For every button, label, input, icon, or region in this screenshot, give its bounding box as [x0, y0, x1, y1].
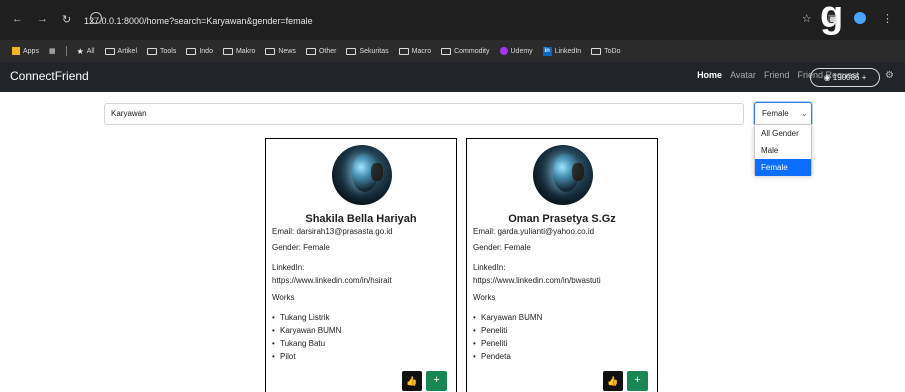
bookmark-macro[interactable]: Macro [398, 47, 431, 55]
gender-option-male[interactable]: Male [755, 142, 811, 159]
grid-icon: ▦ [48, 48, 56, 55]
bookmark-news[interactable]: News [265, 47, 296, 55]
address-bar[interactable]: i 127.0.0.1:8000/home?search=Karyawan&gen… [84, 12, 784, 30]
bookmark-sekuritas[interactable]: Sekuritas [346, 47, 389, 55]
forward-arrow-icon[interactable]: → [37, 13, 48, 26]
linkedin-url: https://www.linkedin.com/in/bwastuti [473, 276, 601, 285]
bookmark-commodity[interactable]: Commodity [441, 47, 490, 55]
bookmark-grid[interactable]: ▦ [49, 47, 56, 55]
reload-icon[interactable]: ↻ [62, 13, 71, 26]
chevron-down-icon: ⌄ [801, 109, 808, 118]
user-gender: Gender: Female [473, 243, 531, 252]
settings-icon[interactable]: ⚙ [885, 70, 894, 81]
gender-select[interactable]: Female ⌄ [754, 102, 812, 126]
thumbs-up-icon[interactable]: 👍 [603, 371, 623, 391]
folder-icon [398, 47, 409, 55]
nav-home[interactable]: Home [697, 70, 722, 80]
user-gender: Gender: Female [272, 243, 330, 252]
user-card: Shakila Bella Hariyah Email: darsirah13@… [265, 138, 457, 392]
nav-avatar[interactable]: Avatar [730, 70, 756, 80]
bookmark-separator [65, 46, 67, 56]
bookmarks-bar: Apps ▦ ★ All Artikel Tools Indo Makro New… [0, 40, 905, 62]
folder-icon [441, 47, 452, 55]
folder-icon [186, 47, 197, 55]
bookmark-apps[interactable]: Apps [12, 47, 39, 55]
avatar-image [332, 145, 392, 205]
gender-option-all[interactable]: All Gender [755, 125, 811, 142]
thumbs-up-icon[interactable]: 👍 [402, 371, 422, 391]
browser-nav-icons: ← → ↻ [12, 13, 71, 26]
bookmark-todo[interactable]: ToDo [591, 47, 621, 55]
gender-option-female[interactable]: Female [755, 159, 811, 176]
star-icon[interactable]: ☆ [802, 12, 812, 25]
work-item: Karyawan BUMN [473, 311, 542, 324]
folder-icon [346, 47, 357, 55]
bookmark-indo[interactable]: Indo [186, 47, 213, 55]
work-item: Tukang Listrik [272, 311, 341, 324]
works-label: Works [272, 293, 295, 302]
bookmark-artikel[interactable]: Artikel [104, 47, 137, 55]
folder-icon [305, 47, 316, 55]
url-text: 127.0.0.1:8000/home?search=Karyawan&gend… [84, 16, 313, 26]
linkedin-label: LinkedIn: [272, 263, 305, 272]
bookmark-other[interactable]: Other [305, 47, 336, 55]
folder-icon [591, 47, 602, 55]
user-name: Oman Prasetya S.Gz [508, 213, 616, 225]
app-navbar: ConnectFriend Home Avatar Friend Friend … [0, 62, 905, 92]
browser-right-icons: ☆ ▣ ⋮ [802, 12, 893, 25]
user-card: Oman Prasetya S.Gz Email: garda.yulianti… [466, 138, 658, 392]
browser-toolbar: ← → ↻ i 127.0.0.1:8000/home?search=Karyaw… [0, 0, 905, 40]
more-icon[interactable]: ⋮ [882, 12, 893, 25]
profile-icon[interactable] [854, 12, 866, 24]
add-friend-button[interactable]: + [426, 371, 447, 391]
user-email: Email: garda.yulianti@yahoo.co.id [473, 227, 595, 236]
folder-icon [147, 47, 157, 55]
avatar-image [533, 145, 593, 205]
nav-friend[interactable]: Friend [764, 70, 790, 80]
browser-window: ← → ↻ i 127.0.0.1:8000/home?search=Karyaw… [0, 0, 905, 392]
bookmark-tools[interactable]: Tools [147, 47, 176, 55]
udemy-icon [499, 47, 508, 55]
search-input[interactable]: Karyawan [104, 103, 744, 125]
site-info-icon[interactable]: i [90, 12, 102, 24]
work-item: Pilot [272, 350, 341, 363]
back-arrow-icon[interactable]: ← [12, 13, 23, 26]
folder-icon [222, 47, 233, 55]
bookmark-linkedin[interactable]: in LinkedIn [542, 46, 581, 56]
brand[interactable]: ConnectFriend [10, 69, 89, 83]
gender-dropdown: All Gender Male Female [754, 124, 812, 176]
folder-icon [265, 47, 276, 55]
linkedin-icon: in [542, 46, 552, 56]
user-name: Shakila Bella Hariyah [305, 213, 417, 225]
work-item: Tukang Batu [272, 337, 341, 350]
user-email: Email: darsirah13@prasasta.go.id [272, 227, 393, 236]
works-label: Works [473, 293, 496, 302]
apps-icon [12, 47, 20, 55]
coin-balance-button[interactable]: ◉ 190086 + [810, 68, 880, 87]
add-friend-button[interactable]: + [627, 371, 648, 391]
bookmark-makro[interactable]: Makro [222, 47, 255, 55]
bookmark-udemy[interactable]: Udemy [499, 47, 533, 55]
works-list: Karyawan BUMN Peneliti Peneliti Pendeta [473, 311, 542, 363]
work-item: Peneliti [473, 324, 542, 337]
extension-icon[interactable]: ▣ [828, 12, 838, 25]
work-item: Pendeta [473, 350, 542, 363]
linkedin-url: https://www.linkedin.com/in/hsirait [272, 276, 392, 285]
linkedin-label: LinkedIn: [473, 263, 506, 272]
bookmark-all[interactable]: ★ All [77, 47, 95, 56]
work-item: Peneliti [473, 337, 542, 350]
work-item: Karyawan BUMN [272, 324, 341, 337]
works-list: Tukang Listrik Karyawan BUMN Tukang Batu… [272, 311, 341, 363]
coin-icon: ◉ [823, 73, 833, 82]
star-bookmark-icon: ★ [76, 46, 84, 56]
folder-icon [104, 47, 115, 55]
